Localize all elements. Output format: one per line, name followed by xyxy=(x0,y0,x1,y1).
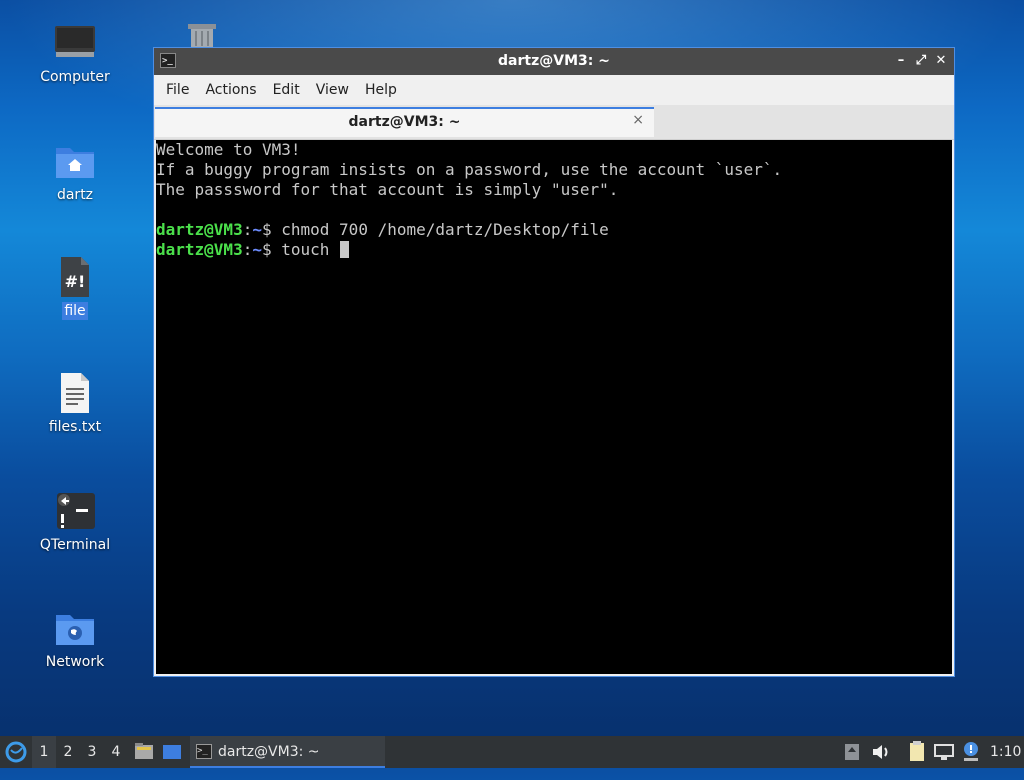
tab-bar: dartz@VM3: ~ × xyxy=(154,105,954,140)
terminal-output[interactable]: Welcome to VM3! If a buggy program insist… xyxy=(156,140,952,674)
text-file-icon xyxy=(54,372,96,414)
network-folder-icon xyxy=(54,607,96,649)
tray-up-arrow[interactable] xyxy=(843,736,861,768)
terminal-task-icon: >_ xyxy=(196,744,212,759)
desktop-icon-label: QTerminal xyxy=(39,537,111,553)
notification-icon xyxy=(964,742,978,761)
minimize-button[interactable]: – xyxy=(892,52,910,70)
desktop-switch-1[interactable]: 1 xyxy=(32,736,56,768)
prompt-path: ~ xyxy=(252,240,262,259)
desktop-icon-label: dartz xyxy=(56,187,94,203)
terminal-launcher-icon xyxy=(54,490,96,532)
desktop-icon-label: Computer xyxy=(40,69,110,85)
command-input[interactable]: touch xyxy=(281,240,339,259)
menu-bar: File Actions Edit View Help xyxy=(154,75,954,105)
taskbar-task-terminal[interactable]: >_ dartz@VM3: ~ xyxy=(190,736,385,768)
prompt-user: dartz@VM3 xyxy=(156,240,243,259)
prompt-separator: : xyxy=(242,240,253,259)
clipboard-tray[interactable] xyxy=(907,736,927,768)
prompt-dollar: $ xyxy=(261,220,282,239)
menu-actions[interactable]: Actions xyxy=(197,82,264,98)
prompt-user: dartz@VM3 xyxy=(156,220,243,239)
terminal-line: If a buggy program insists on a password… xyxy=(156,160,783,179)
lxqt-logo-icon xyxy=(5,741,27,763)
task-label: dartz@VM3: ~ xyxy=(218,744,320,760)
window-title: dartz@VM3: ~ xyxy=(498,53,610,69)
desktop-icon-label: files.txt xyxy=(48,419,102,435)
maximize-button[interactable]: ⤢ xyxy=(912,52,930,70)
start-menu-button[interactable] xyxy=(4,736,30,768)
desktop-icon-qterminal[interactable]: QTerminal xyxy=(25,490,125,554)
trash-icon[interactable] xyxy=(185,22,219,48)
prompt-separator: : xyxy=(242,220,253,239)
terminal-command-line: dartz@VM3:~$ chmod 700 /home/dartz/Deskt… xyxy=(156,220,952,240)
terminal-window: >_ dartz@VM3: ~ – ⤢ ✕ File Actions Edit … xyxy=(153,47,955,677)
computer-icon xyxy=(54,22,96,64)
close-button[interactable]: ✕ xyxy=(932,52,950,70)
desktop-icon-home[interactable]: dartz xyxy=(25,140,125,204)
volume-control[interactable] xyxy=(870,736,892,768)
network-icon xyxy=(934,744,954,760)
desktop-icon-network[interactable]: Network xyxy=(25,607,125,671)
desktop-switch-2[interactable]: 2 xyxy=(56,736,80,768)
command-text: chmod 700 /home/dartz/Desktop/file xyxy=(281,220,609,239)
arrow-up-icon xyxy=(845,744,859,760)
show-desktop-button[interactable] xyxy=(161,736,183,768)
window-titlebar[interactable]: >_ dartz@VM3: ~ – ⤢ ✕ xyxy=(154,48,954,75)
desktop-icon-label: Network xyxy=(45,654,105,670)
terminal-line: Welcome to VM3! xyxy=(156,140,301,159)
tab-terminal[interactable]: dartz@VM3: ~ × xyxy=(155,107,654,137)
tab-label: dartz@VM3: ~ xyxy=(348,114,461,130)
taskbar: 1 2 3 4 >_ dartz@VM3: ~ 1:10 xyxy=(0,736,1024,768)
show-desktop-icon xyxy=(163,745,181,759)
menu-view[interactable]: View xyxy=(308,82,357,98)
clipboard-icon xyxy=(910,741,924,761)
terminal-command-line: dartz@VM3:~$ touch xyxy=(156,240,952,260)
script-file-icon: #! xyxy=(54,256,96,298)
menu-edit[interactable]: Edit xyxy=(265,82,308,98)
file-manager-icon xyxy=(135,743,153,759)
prompt-path: ~ xyxy=(252,220,262,239)
clock[interactable]: 1:10 xyxy=(990,736,1022,768)
prompt-dollar: $ xyxy=(261,240,282,259)
tab-close-icon[interactable]: × xyxy=(632,112,644,128)
network-tray[interactable] xyxy=(933,736,955,768)
volume-icon xyxy=(873,745,888,759)
desktop-icon-file[interactable]: #! file xyxy=(25,256,125,320)
desktop-switch-4[interactable]: 4 xyxy=(104,736,128,768)
notification-tray[interactable] xyxy=(960,736,982,768)
file-manager-launcher[interactable] xyxy=(133,736,155,768)
menu-file[interactable]: File xyxy=(158,82,197,98)
desktop-switch-3[interactable]: 3 xyxy=(80,736,104,768)
menu-help[interactable]: Help xyxy=(357,82,405,98)
text-cursor xyxy=(340,241,350,258)
desktop-icon-files-txt[interactable]: files.txt xyxy=(25,372,125,436)
terminal-line: The passsword for that account is simply… xyxy=(156,180,619,199)
home-folder-icon xyxy=(54,140,96,182)
desktop-icon-label: file xyxy=(62,302,88,320)
svg-text:#!: #! xyxy=(65,272,86,291)
desktop-icon-computer[interactable]: Computer xyxy=(25,22,125,86)
